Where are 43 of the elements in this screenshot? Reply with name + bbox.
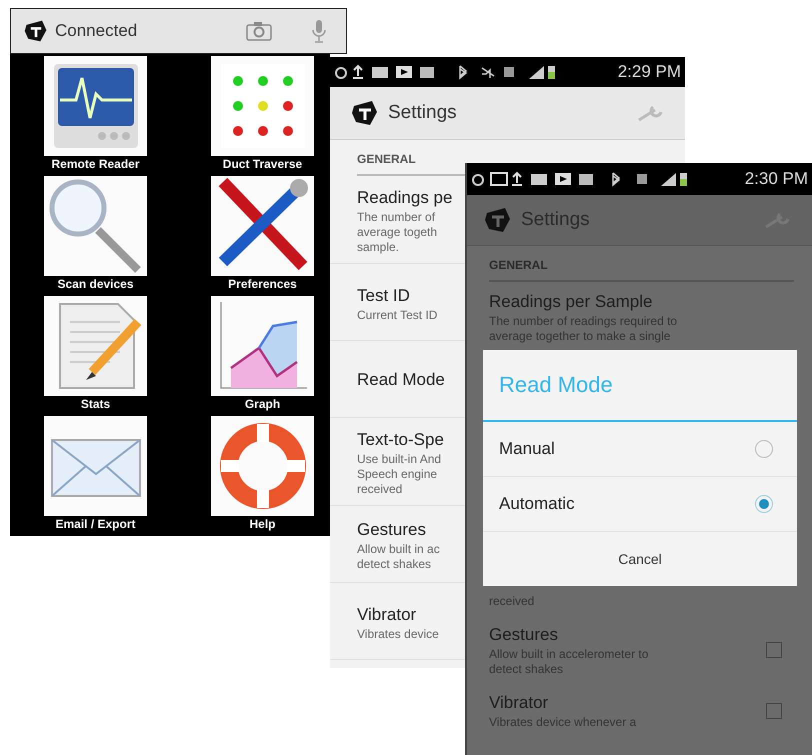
setting-description: Use built-in And — [357, 452, 442, 467]
setting-description: detect shakes — [357, 557, 432, 572]
status-time: 2:30 PM — [744, 169, 808, 189]
radio-option[interactable]: Manual — [483, 422, 797, 477]
setting-title: Gestures — [357, 519, 426, 541]
logo-icon — [350, 98, 380, 128]
setting-description: Allow built in accelerometer to — [489, 647, 648, 662]
setting-description: Vibrates device — [357, 626, 439, 642]
dialog-title: Read Mode — [483, 350, 797, 422]
setting-title: Readings pe — [357, 187, 452, 209]
screen-title: Settings — [521, 209, 591, 231]
setting-title: Vibrator — [489, 692, 548, 714]
setting-description: received — [357, 482, 402, 497]
setting-description: Allow built in ac — [357, 542, 440, 557]
setting-description: average togeth — [357, 225, 438, 240]
radio-button[interactable] — [755, 495, 773, 513]
setting-title: Text-to-Spe — [357, 429, 444, 451]
setting-description: average together to make a single — [489, 329, 670, 344]
screen-title: Settings — [388, 102, 458, 124]
setting-description: sample. — [357, 240, 400, 255]
logo-icon — [23, 18, 49, 44]
setting-description: detect shakes — [489, 662, 564, 677]
setting-description: Vibrates device whenever a — [489, 715, 636, 730]
checkbox[interactable] — [766, 702, 782, 718]
setting-description: The number of readings required to — [489, 314, 678, 329]
setting-title: Readings per Sample — [489, 291, 652, 313]
camera-icon[interactable] — [246, 21, 272, 41]
radio-button[interactable] — [755, 440, 773, 458]
microphone-icon[interactable] — [312, 19, 326, 43]
setting-description: received — [489, 594, 534, 609]
setting-title: Vibrator — [357, 604, 416, 626]
setting-description: Current Test ID — [357, 308, 438, 322]
logo-icon — [483, 205, 513, 235]
setting-description: Speech engine — [357, 467, 438, 482]
checkbox[interactable] — [766, 642, 782, 658]
setting-description: The number of — [357, 210, 436, 225]
section-header: GENERAL — [489, 252, 794, 282]
setting-title: Read Mode — [357, 369, 445, 391]
connection-status: Connected — [55, 21, 138, 41]
wrench-icon[interactable] — [637, 104, 665, 122]
setting-title: Test ID — [357, 284, 410, 306]
status-time: 2:29 PM — [618, 62, 681, 82]
setting-title: Gestures — [489, 624, 558, 646]
